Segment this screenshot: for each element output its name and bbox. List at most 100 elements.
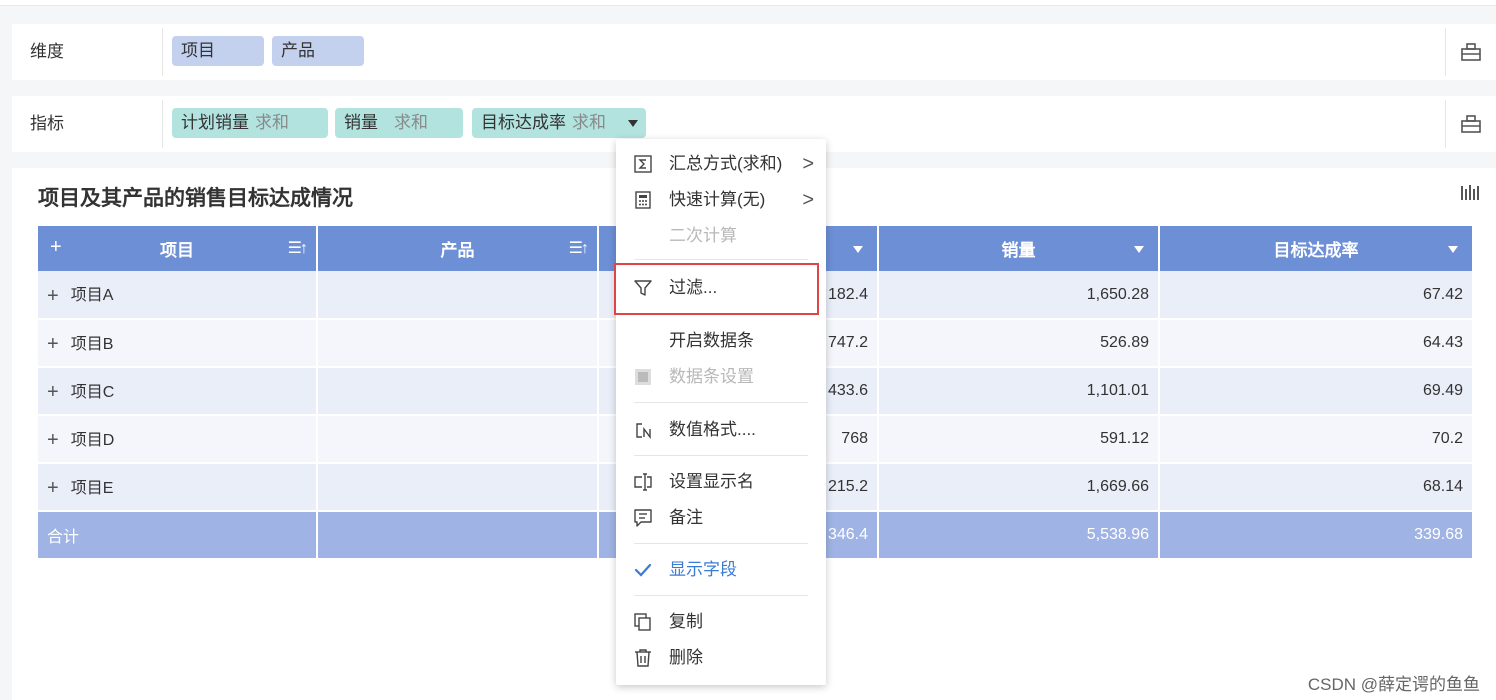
menu-label: 复制 bbox=[669, 612, 703, 631]
product-cell bbox=[317, 271, 599, 320]
sort-icon[interactable]: ☰↑ bbox=[569, 238, 589, 258]
copy-icon bbox=[634, 613, 651, 631]
header-rate[interactable]: 目标达成率 bbox=[1159, 226, 1474, 271]
menu-item-quick-calc[interactable]: 快速计算(无) > bbox=[616, 182, 826, 218]
dimension-row: 维度 项目 产品 bbox=[12, 24, 1496, 80]
menu-item-filter[interactable]: 过滤... bbox=[616, 270, 826, 306]
menu-item-databar-settings: 数据条设置 bbox=[616, 359, 826, 395]
header-sales[interactable]: 销量 bbox=[878, 226, 1160, 271]
menu-divider bbox=[634, 543, 808, 544]
header-label: 目标达成率 bbox=[1273, 241, 1359, 260]
divider bbox=[1445, 28, 1446, 76]
project-cell: + 项目E bbox=[38, 463, 318, 512]
divider bbox=[162, 28, 163, 76]
chevron-right-icon: > bbox=[802, 153, 814, 175]
calculator-icon bbox=[635, 191, 651, 209]
dimension-label: 维度 bbox=[30, 42, 64, 61]
header-label: 产品 bbox=[440, 241, 475, 260]
header-label: 项目 bbox=[160, 241, 194, 260]
product-cell bbox=[317, 415, 599, 464]
indicator-pill-rate[interactable]: 目标达成率 求和 bbox=[472, 108, 646, 138]
menu-label: 显示字段 bbox=[669, 560, 737, 579]
expand-icon[interactable]: + bbox=[47, 477, 59, 500]
comment-icon bbox=[634, 509, 652, 527]
rate-cell: 68.14 bbox=[1159, 463, 1474, 512]
dimension-pill-product[interactable]: 产品 bbox=[272, 36, 364, 66]
menu-label: 备注 bbox=[669, 508, 703, 527]
menu-label: 删除 bbox=[669, 648, 703, 667]
expand-icon[interactable]: + bbox=[47, 285, 59, 308]
dimension-pill-project[interactable]: 项目 bbox=[172, 36, 264, 66]
number-format-icon bbox=[636, 423, 651, 439]
menu-label: 汇总方式(求和) bbox=[669, 154, 783, 173]
project-cell: + 项目C bbox=[38, 367, 318, 416]
divider bbox=[1445, 100, 1446, 148]
dropdown-caret-icon[interactable] bbox=[1134, 246, 1144, 253]
total-sales-cell: 5,538.96 bbox=[878, 511, 1160, 560]
menu-item-copy[interactable]: 复制 bbox=[616, 604, 826, 640]
menu-label: 快速计算(无) bbox=[669, 190, 766, 209]
menu-label: 数值格式.... bbox=[669, 420, 756, 439]
menu-item-aggregation[interactable]: 汇总方式(求和) > bbox=[616, 146, 826, 182]
check-icon bbox=[634, 563, 652, 577]
pill-name: 计划销量 bbox=[181, 113, 249, 132]
menu-item-delete[interactable]: 删除 bbox=[616, 640, 826, 676]
menu-item-number-format[interactable]: 数值格式.... bbox=[616, 412, 826, 448]
product-cell bbox=[317, 463, 599, 512]
sigma-icon bbox=[634, 155, 652, 173]
dropdown-caret-icon[interactable] bbox=[853, 246, 863, 253]
header-project[interactable]: + 项目 ☰↑ bbox=[38, 226, 318, 271]
pill-agg: 求和 bbox=[394, 113, 428, 132]
pill-name: 目标达成率 bbox=[481, 113, 566, 132]
toolbox-icon[interactable] bbox=[1460, 114, 1482, 134]
project-cell: + 项目A bbox=[38, 271, 318, 320]
menu-item-secondary-calc: 二次计算 bbox=[616, 218, 826, 254]
expand-icon[interactable]: + bbox=[47, 333, 59, 356]
cell-text: 项目D bbox=[70, 431, 115, 449]
project-cell: + 项目B bbox=[38, 319, 318, 368]
product-cell bbox=[317, 319, 599, 368]
rate-cell: 69.49 bbox=[1159, 367, 1474, 416]
dropdown-caret-icon[interactable] bbox=[628, 120, 638, 127]
indicator-pill-sales[interactable]: 销量 求和 bbox=[335, 108, 463, 138]
cell-text: 项目C bbox=[70, 383, 115, 401]
dropdown-caret-icon[interactable] bbox=[1448, 246, 1458, 253]
menu-item-rename[interactable]: 设置显示名 bbox=[616, 464, 826, 500]
menu-divider bbox=[634, 402, 808, 403]
menu-item-show-field[interactable]: 显示字段 bbox=[616, 552, 826, 588]
cell-text: 项目B bbox=[70, 335, 114, 353]
header-label: 销量 bbox=[1001, 241, 1036, 260]
menu-label: 开启数据条 bbox=[669, 331, 754, 350]
menu-item-enable-databar[interactable]: 开启数据条 bbox=[616, 323, 826, 359]
rate-cell: 67.42 bbox=[1159, 271, 1474, 320]
watermark: CSDN @薛定谔的鱼鱼 bbox=[1307, 675, 1480, 694]
pill-name: 销量 bbox=[344, 113, 378, 132]
menu-divider bbox=[634, 595, 808, 596]
total-rate-cell: 339.68 bbox=[1159, 511, 1474, 560]
sort-icon[interactable]: ☰↑ bbox=[288, 238, 308, 258]
rate-cell: 64.43 bbox=[1159, 319, 1474, 368]
project-cell: + 项目D bbox=[38, 415, 318, 464]
chevron-right-icon: > bbox=[802, 189, 814, 211]
expand-all-icon[interactable]: + bbox=[50, 236, 62, 259]
expand-icon[interactable]: + bbox=[47, 381, 59, 404]
sales-cell: 526.89 bbox=[878, 319, 1160, 368]
barcode-icon[interactable] bbox=[1460, 184, 1480, 202]
pill-agg: 求和 bbox=[572, 113, 606, 132]
cell-text: 项目E bbox=[70, 479, 114, 497]
databar-icon bbox=[635, 369, 651, 385]
indicator-pill-plan[interactable]: 计划销量 求和 bbox=[172, 108, 328, 138]
cell-text: 项目A bbox=[70, 287, 114, 305]
menu-label: 数据条设置 bbox=[669, 367, 754, 386]
menu-item-comment[interactable]: 备注 bbox=[616, 500, 826, 536]
menu-label: 过滤... bbox=[669, 278, 718, 297]
rename-icon bbox=[634, 473, 652, 491]
top-border bbox=[0, 0, 1496, 6]
divider bbox=[162, 100, 163, 148]
expand-icon[interactable]: + bbox=[47, 429, 59, 452]
toolbox-icon[interactable] bbox=[1460, 42, 1482, 62]
sales-cell: 591.12 bbox=[878, 415, 1160, 464]
header-product[interactable]: 产品 ☰↑ bbox=[317, 226, 599, 271]
indicator-label: 指标 bbox=[30, 114, 64, 133]
menu-divider bbox=[634, 455, 808, 456]
